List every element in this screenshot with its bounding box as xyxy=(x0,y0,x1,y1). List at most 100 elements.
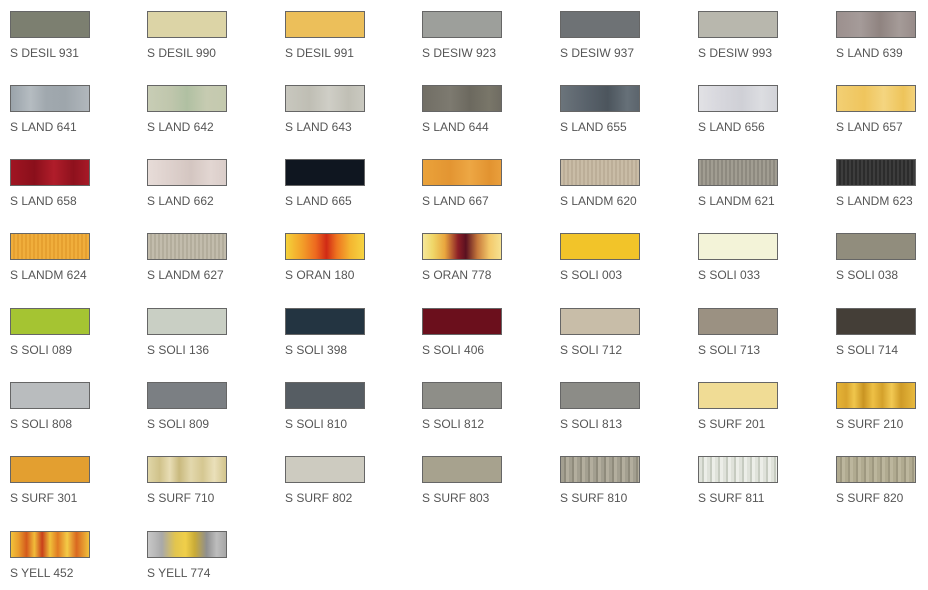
swatch-color-chip[interactable] xyxy=(836,159,916,186)
swatch-item[interactable]: S LAND 644 xyxy=(412,74,532,144)
swatch-color-chip[interactable] xyxy=(422,11,502,38)
swatch-item[interactable]: S LAND 657 xyxy=(826,74,928,144)
swatch-item[interactable]: S SOLI 712 xyxy=(550,297,670,367)
swatch-color-chip[interactable] xyxy=(560,382,640,409)
swatch-color-chip[interactable] xyxy=(285,11,365,38)
swatch-color-chip[interactable] xyxy=(698,85,778,112)
swatch-color-chip[interactable] xyxy=(836,308,916,335)
swatch-color-chip[interactable] xyxy=(698,233,778,260)
swatch-color-chip[interactable] xyxy=(285,456,365,483)
swatch-color-chip[interactable] xyxy=(147,11,227,38)
swatch-color-chip[interactable] xyxy=(836,11,916,38)
swatch-item[interactable]: S LAND 655 xyxy=(550,74,670,144)
swatch-color-chip[interactable] xyxy=(147,456,227,483)
swatch-item[interactable]: S SOLI 033 xyxy=(688,222,808,292)
swatch-color-chip[interactable] xyxy=(147,531,227,558)
swatch-item[interactable]: S DESIW 937 xyxy=(550,0,670,70)
swatch-item[interactable]: S SOLI 714 xyxy=(826,297,928,367)
swatch-color-chip[interactable] xyxy=(560,308,640,335)
swatch-item[interactable]: S ORAN 778 xyxy=(412,222,532,292)
swatch-color-chip[interactable] xyxy=(560,456,640,483)
swatch-item[interactable]: S LAND 643 xyxy=(275,74,395,144)
swatch-color-chip[interactable] xyxy=(560,11,640,38)
swatch-color-chip[interactable] xyxy=(10,11,90,38)
swatch-color-chip[interactable] xyxy=(836,456,916,483)
swatch-color-chip[interactable] xyxy=(285,159,365,186)
swatch-color-chip[interactable] xyxy=(147,85,227,112)
swatch-item[interactable]: S LAND 642 xyxy=(137,74,257,144)
swatch-item[interactable]: S LANDM 620 xyxy=(550,148,670,218)
swatch-item[interactable]: S SURF 301 xyxy=(0,445,120,515)
swatch-item[interactable]: S SURF 210 xyxy=(826,371,928,441)
swatch-color-chip[interactable] xyxy=(422,382,502,409)
swatch-item[interactable]: S SOLI 808 xyxy=(0,371,120,441)
swatch-item[interactable]: S LANDM 624 xyxy=(0,222,120,292)
swatch-color-chip[interactable] xyxy=(147,233,227,260)
swatch-item[interactable]: S LANDM 627 xyxy=(137,222,257,292)
swatch-color-chip[interactable] xyxy=(10,308,90,335)
swatch-color-chip[interactable] xyxy=(836,233,916,260)
swatch-item[interactable]: S SOLI 398 xyxy=(275,297,395,367)
swatch-item[interactable]: S LAND 662 xyxy=(137,148,257,218)
swatch-item[interactable]: S SOLI 810 xyxy=(275,371,395,441)
swatch-color-chip[interactable] xyxy=(285,382,365,409)
swatch-item[interactable]: S SOLI 809 xyxy=(137,371,257,441)
swatch-item[interactable]: S DESIW 923 xyxy=(412,0,532,70)
swatch-color-chip[interactable] xyxy=(10,382,90,409)
swatch-item[interactable]: S DESIL 990 xyxy=(137,0,257,70)
swatch-color-chip[interactable] xyxy=(836,382,916,409)
swatch-color-chip[interactable] xyxy=(698,159,778,186)
swatch-color-chip[interactable] xyxy=(560,233,640,260)
swatch-item[interactable]: S SURF 802 xyxy=(275,445,395,515)
swatch-item[interactable]: S SOLI 813 xyxy=(550,371,670,441)
swatch-item[interactable]: S SOLI 038 xyxy=(826,222,928,292)
swatch-item[interactable]: S SURF 710 xyxy=(137,445,257,515)
swatch-color-chip[interactable] xyxy=(422,456,502,483)
swatch-item[interactable]: S SURF 803 xyxy=(412,445,532,515)
swatch-color-chip[interactable] xyxy=(698,11,778,38)
swatch-color-chip[interactable] xyxy=(422,159,502,186)
swatch-color-chip[interactable] xyxy=(285,85,365,112)
swatch-item[interactable]: S LAND 639 xyxy=(826,0,928,70)
swatch-item[interactable]: S YELL 452 xyxy=(0,520,120,590)
swatch-item[interactable]: S LAND 665 xyxy=(275,148,395,218)
swatch-color-chip[interactable] xyxy=(422,308,502,335)
swatch-item[interactable]: S DESIW 993 xyxy=(688,0,808,70)
swatch-item[interactable]: S SOLI 089 xyxy=(0,297,120,367)
swatch-color-chip[interactable] xyxy=(560,159,640,186)
swatch-item[interactable]: S LAND 658 xyxy=(0,148,120,218)
swatch-color-chip[interactable] xyxy=(10,85,90,112)
swatch-color-chip[interactable] xyxy=(10,159,90,186)
swatch-color-chip[interactable] xyxy=(10,456,90,483)
swatch-item[interactable]: S LANDM 623 xyxy=(826,148,928,218)
swatch-item[interactable]: S SURF 201 xyxy=(688,371,808,441)
swatch-item[interactable]: S LAND 641 xyxy=(0,74,120,144)
swatch-color-chip[interactable] xyxy=(147,382,227,409)
swatch-color-chip[interactable] xyxy=(422,85,502,112)
swatch-item[interactable]: S ORAN 180 xyxy=(275,222,395,292)
swatch-item[interactable]: S SOLI 812 xyxy=(412,371,532,441)
swatch-color-chip[interactable] xyxy=(698,308,778,335)
swatch-item[interactable]: S SOLI 406 xyxy=(412,297,532,367)
swatch-color-chip[interactable] xyxy=(147,308,227,335)
swatch-item[interactable]: S SURF 810 xyxy=(550,445,670,515)
swatch-item[interactable]: S LAND 656 xyxy=(688,74,808,144)
swatch-color-chip[interactable] xyxy=(10,531,90,558)
swatch-color-chip[interactable] xyxy=(285,233,365,260)
swatch-item[interactable]: S SOLI 136 xyxy=(137,297,257,367)
swatch-item[interactable]: S DESIL 931 xyxy=(0,0,120,70)
swatch-item[interactable]: S SOLI 003 xyxy=(550,222,670,292)
swatch-item[interactable]: S YELL 774 xyxy=(137,520,257,590)
swatch-color-chip[interactable] xyxy=(285,308,365,335)
swatch-color-chip[interactable] xyxy=(10,233,90,260)
swatch-color-chip[interactable] xyxy=(560,85,640,112)
swatch-color-chip[interactable] xyxy=(422,233,502,260)
swatch-color-chip[interactable] xyxy=(147,159,227,186)
swatch-item[interactable]: S SURF 820 xyxy=(826,445,928,515)
swatch-color-chip[interactable] xyxy=(698,456,778,483)
swatch-item[interactable]: S SURF 811 xyxy=(688,445,808,515)
swatch-item[interactable]: S DESIL 991 xyxy=(275,0,395,70)
swatch-color-chip[interactable] xyxy=(698,382,778,409)
swatch-item[interactable]: S LANDM 621 xyxy=(688,148,808,218)
swatch-item[interactable]: S LAND 667 xyxy=(412,148,532,218)
